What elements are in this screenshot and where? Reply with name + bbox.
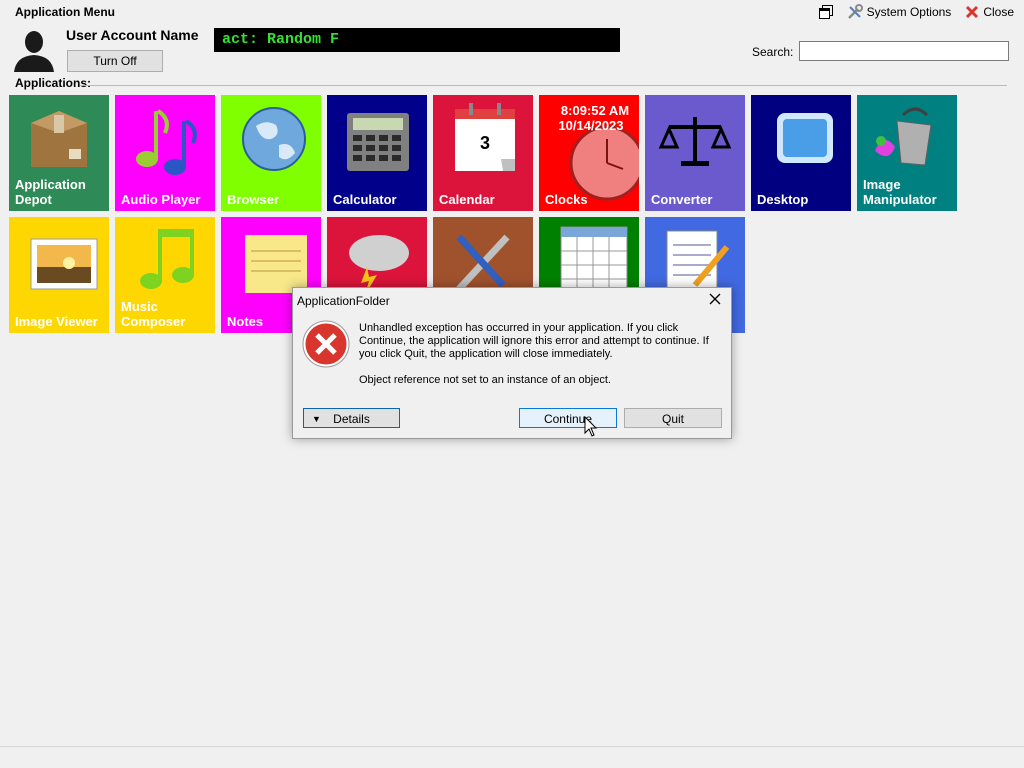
- tile-label: Audio Player: [121, 192, 201, 207]
- monitor-icon: [777, 113, 833, 163]
- tile-label: Music Composer: [121, 299, 186, 329]
- tile-label: Browser: [227, 192, 280, 207]
- close-icon: [709, 293, 721, 305]
- music-notes-icon: [136, 109, 197, 175]
- tile-label: Image Viewer: [15, 314, 98, 329]
- globe-icon: [242, 107, 306, 171]
- tile-label: Calculator: [333, 192, 397, 207]
- dialog-title: ApplicationFolder: [297, 294, 390, 308]
- tile-audio-player[interactable]: Audio Player: [115, 95, 215, 211]
- quit-button[interactable]: Quit: [624, 408, 722, 428]
- tile-browser[interactable]: Browser: [221, 95, 321, 211]
- app-title: Application Menu: [15, 5, 115, 19]
- clock-date: 10/14/2023: [558, 118, 623, 133]
- tile-clocks[interactable]: 8:09:52 AM 10/14/2023 Clocks: [539, 95, 639, 211]
- calendar-icon: 3: [455, 103, 515, 171]
- calendar-day: 3: [480, 133, 490, 153]
- search-label: Search:: [752, 45, 794, 59]
- top-toolbar: System Options Close: [805, 4, 1014, 20]
- search-input[interactable]: [799, 41, 1009, 61]
- error-message: Unhandled exception has occurred in your…: [359, 322, 709, 360]
- status-divider: [0, 746, 1024, 747]
- close-label: Close: [983, 5, 1014, 19]
- tile-label: Calendar: [439, 192, 495, 207]
- restore-icon: [818, 5, 833, 19]
- music-note-icon: [140, 229, 194, 289]
- error-detail: Object reference not set to an instance …: [359, 374, 611, 386]
- applications-label: Applications:: [15, 76, 92, 90]
- package-box-icon: [31, 111, 87, 167]
- restore-window-button[interactable]: [818, 5, 833, 19]
- tools-icon: [847, 4, 863, 19]
- caret-down-icon: ▼: [312, 414, 321, 424]
- news-ticker: act: Random F: [214, 28, 620, 52]
- tile-label: Converter: [651, 192, 713, 207]
- close-app-button[interactable]: Close: [965, 5, 1014, 19]
- tile-label: Application Depot: [15, 177, 86, 207]
- mouse-cursor-icon: [584, 416, 598, 437]
- tile-label: Clocks: [545, 192, 588, 207]
- tile-label: Desktop: [757, 192, 809, 207]
- tile-application-depot[interactable]: Application Depot: [9, 95, 109, 211]
- dialog-close-button[interactable]: [707, 292, 723, 308]
- tile-image-manipulator[interactable]: Image Manipulator: [857, 95, 957, 211]
- scales-icon: [658, 117, 732, 166]
- user-avatar-icon: [14, 31, 54, 72]
- calculator-icon: [347, 113, 409, 171]
- error-icon: [302, 320, 350, 368]
- tile-converter[interactable]: Converter: [645, 95, 745, 211]
- details-button[interactable]: ▼ Details: [303, 408, 400, 428]
- continue-button[interactable]: Continue: [519, 408, 617, 428]
- tile-desktop[interactable]: Desktop: [751, 95, 851, 211]
- close-icon: [966, 5, 979, 19]
- tile-label: Image Manipulator: [863, 177, 937, 207]
- turn-off-button[interactable]: Turn Off: [67, 50, 163, 72]
- tile-calculator[interactable]: Calculator: [327, 95, 427, 211]
- picture-icon: [30, 238, 98, 290]
- system-options-label: System Options: [866, 5, 952, 19]
- applications-divider: [80, 85, 1007, 86]
- user-account-name: User Account Name: [66, 27, 199, 43]
- tile-calendar[interactable]: 3 Calendar: [433, 95, 533, 211]
- system-options-button[interactable]: System Options: [847, 4, 952, 20]
- details-label: Details: [333, 412, 370, 426]
- paint-bucket-icon: [875, 107, 932, 166]
- clock-time: 8:09:52 AM: [561, 103, 629, 118]
- tile-music-composer[interactable]: Music Composer: [115, 217, 215, 333]
- tile-image-viewer[interactable]: Image Viewer: [9, 217, 109, 333]
- error-dialog: ApplicationFolder Unhandled exception ha…: [292, 287, 732, 439]
